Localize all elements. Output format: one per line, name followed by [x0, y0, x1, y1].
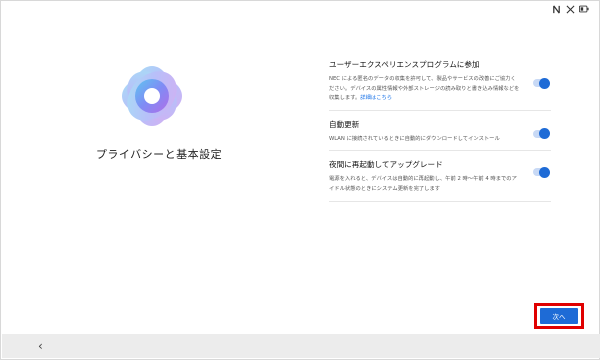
- setup-screen: プライバシーと基本設定 ユーザーエクスペリエンスプログラムに参加 NEC による…: [0, 0, 600, 360]
- status-bar: [551, 4, 589, 14]
- nfc-icon: [551, 4, 561, 14]
- setting-title: 自動更新: [329, 119, 360, 129]
- setting-auto-update[interactable]: 自動更新 WLAN に接続されているときに自動的にダウンロードしてインストール: [329, 111, 551, 152]
- next-button[interactable]: 次へ: [540, 308, 578, 324]
- settings-list: ユーザーエクスペリエンスプログラムに参加 NEC による匿名のデータの収集を許可…: [329, 59, 551, 202]
- toggle-knob: [539, 77, 550, 89]
- battery-icon: [579, 4, 589, 14]
- details-link[interactable]: 詳細はこちら: [360, 95, 392, 101]
- toggle-knob: [539, 128, 550, 140]
- toggle-knob: [539, 166, 550, 178]
- setting-title: 夜間に再起動してアップグレード: [329, 160, 443, 170]
- setting-description: WLAN に接続されているときに自動的にダウンロードしてインストール: [329, 135, 500, 142]
- user-experience-toggle[interactable]: [533, 77, 550, 89]
- setting-night-restart-upgrade[interactable]: 夜間に再起動してアップグレード 電源を入れると、デバイスは自動的に再起動し、午前…: [329, 151, 551, 202]
- setup-logo: [119, 63, 185, 129]
- back-icon[interactable]: ‹: [38, 339, 43, 353]
- signal-off-icon: [565, 4, 575, 14]
- navigation-bar: ‹: [2, 334, 600, 358]
- setting-user-experience-program[interactable]: ユーザーエクスペリエンスプログラムに参加 NEC による匿名のデータの収集を許可…: [329, 59, 551, 111]
- setting-description: 電源を入れると、デバイスは自動的に再起動し、午前 2 時〜午前 4 時までのアイ…: [329, 176, 517, 192]
- auto-update-toggle[interactable]: [533, 128, 550, 140]
- page-title: プライバシーと基本設定: [95, 148, 223, 161]
- night-restart-toggle[interactable]: [533, 166, 550, 178]
- setting-title: ユーザーエクスペリエンスプログラムに参加: [329, 60, 480, 69]
- setting-description: NEC による匿名のデータの収集を許可して、製品やサービスの改善にご協力ください…: [329, 76, 520, 102]
